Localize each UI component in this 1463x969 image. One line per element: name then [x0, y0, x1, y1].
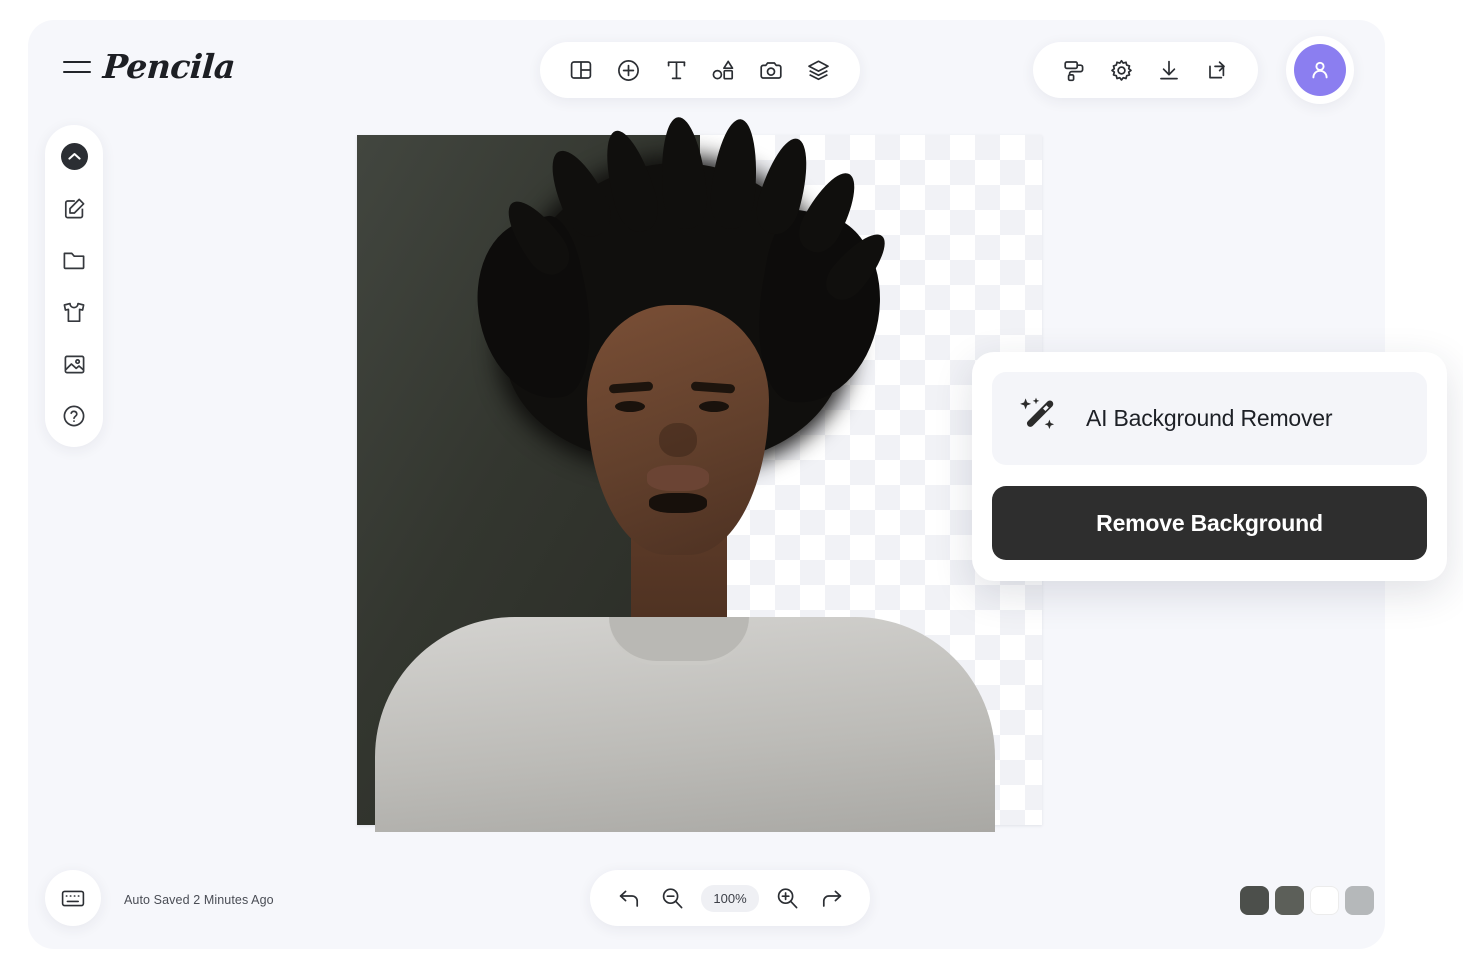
gear-icon[interactable] — [1107, 55, 1137, 85]
shapes-icon[interactable] — [709, 55, 739, 85]
swatch-light-gray[interactable] — [1345, 886, 1374, 915]
autosave-status: Auto Saved 2 Minutes Ago — [124, 893, 274, 907]
layers-icon[interactable] — [804, 55, 834, 85]
ai-background-remover-row[interactable]: AI Background Remover — [992, 372, 1427, 465]
center-toolbar — [540, 42, 860, 98]
paint-roller-icon[interactable] — [1059, 55, 1089, 85]
redo-icon[interactable] — [816, 883, 846, 913]
chevron-up-icon — [60, 142, 88, 170]
app-header: Pencila — [28, 20, 1385, 130]
sidebar-item-folder[interactable] — [59, 245, 89, 275]
swatch-medium-gray[interactable] — [1275, 886, 1304, 915]
download-icon[interactable] — [1154, 55, 1184, 85]
portrait-subject — [357, 115, 1042, 832]
sidebar-item-apparel[interactable] — [59, 297, 89, 327]
app-window: Pencila Auto Saved 2 Minutes Ago 100% AI… — [28, 20, 1447, 949]
keyboard-shortcuts-button[interactable] — [45, 870, 101, 926]
color-swatches — [1240, 886, 1374, 915]
right-toolbar — [1033, 42, 1258, 98]
hamburger-icon[interactable] — [63, 56, 91, 78]
image-canvas[interactable] — [357, 115, 1042, 832]
magic-wand-icon — [1014, 392, 1062, 445]
layout-panel-icon[interactable] — [566, 55, 596, 85]
left-sidebar — [45, 125, 103, 447]
plus-circle-icon[interactable] — [614, 55, 644, 85]
share-icon[interactable] — [1202, 55, 1232, 85]
camera-icon[interactable] — [756, 55, 786, 85]
ai-background-remover-panel: AI Background Remover Remove Background — [972, 352, 1447, 581]
text-tool-icon[interactable] — [661, 55, 691, 85]
swatch-dark-gray[interactable] — [1240, 886, 1269, 915]
swatch-white[interactable] — [1310, 886, 1339, 915]
sidebar-item-help[interactable] — [59, 401, 89, 431]
sidebar-item-edit[interactable] — [59, 193, 89, 223]
zoom-out-icon[interactable] — [658, 883, 688, 913]
avatar-button[interactable] — [1286, 36, 1354, 104]
page-title: Pencila — [101, 47, 237, 86]
zoom-toolbar: 100% — [590, 870, 870, 926]
zoom-level[interactable]: 100% — [701, 884, 759, 912]
sidebar-item-image[interactable] — [59, 349, 89, 379]
sidebar-collapse-toggle[interactable] — [59, 141, 89, 171]
panel-title: AI Background Remover — [1086, 405, 1333, 431]
avatar — [1294, 44, 1346, 96]
remove-background-button[interactable]: Remove Background — [992, 486, 1427, 560]
zoom-in-icon[interactable] — [772, 883, 802, 913]
undo-icon[interactable] — [614, 883, 644, 913]
